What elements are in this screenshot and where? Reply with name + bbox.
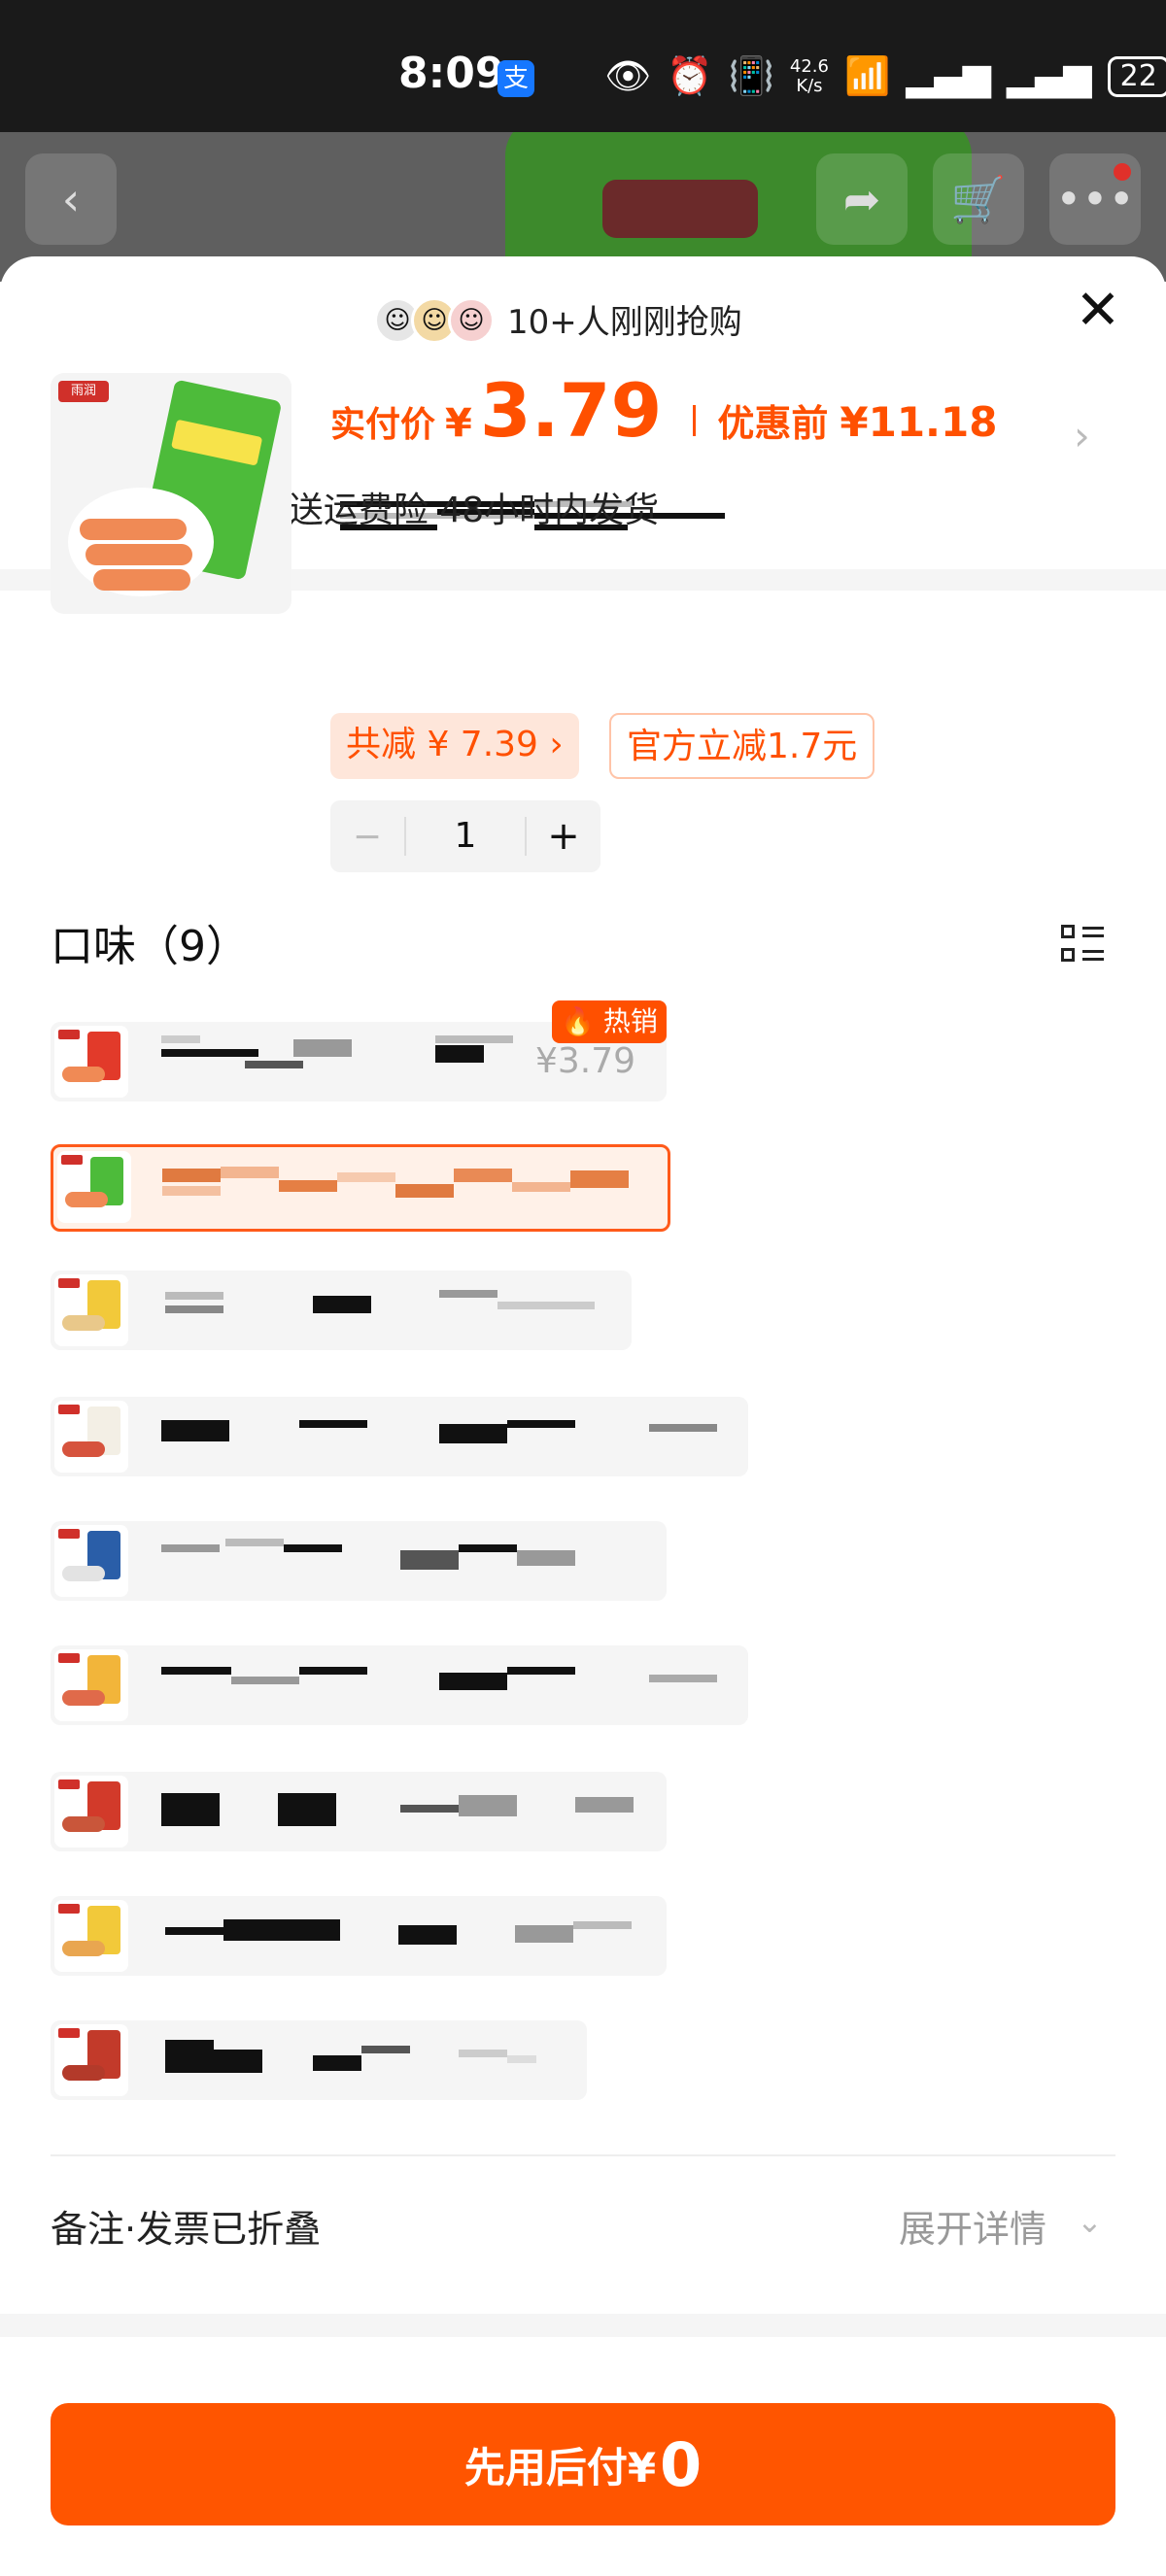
flavor-option-8[interactable] [51,1896,667,1976]
brand-logo: 雨润 [58,381,109,402]
official-discount-chip: 官方立减1.7元 [609,713,875,779]
buyer-avatars: ☺ ☺ ☺ [374,297,495,344]
flavor-thumb [54,1649,128,1721]
status-bar: 8:09 支 👁 ⏰ 📳 42.6 K/s 📶 ▂▄▆ ▂▄▆ 22 [0,0,1166,132]
actual-price: 3.79 [479,367,663,454]
status-time: 8:09 [398,49,505,98]
flavor-option-3[interactable] [51,1271,632,1350]
avatar: ☺ [448,297,495,344]
quantity-value[interactable]: 1 [404,817,527,856]
pack-logo-bg [602,180,758,238]
vibrate-icon: 📳 [728,54,774,97]
net-speed: 42.6 K/s [789,55,829,96]
sheet-header: ☺ ☺ ☺ 10+人刚刚抢购 ✕ [0,256,1166,373]
discount-total-chip[interactable]: 共减 ¥ 7.39 › [330,713,579,779]
flavor-section-title: 口味（9） [51,922,249,971]
status-icons: 👁 ⏰ 📳 42.6 K/s 📶 ▂▄▆ ▂▄▆ 22 [604,54,1166,98]
section-divider [0,2314,1166,2337]
flavor-option-9[interactable] [51,2020,587,2100]
decrease-button[interactable]: − [330,817,404,857]
price-row: 实付价 ¥ 3.79 优惠前 ¥11.18 [330,367,997,454]
flavor-thumb [54,1026,128,1098]
flavor-thumb [54,1274,128,1346]
quantity-stepper: − 1 + [330,800,600,872]
list-view-icon[interactable] [1061,923,1104,966]
flavor-thumb [54,1525,128,1597]
flavor-option-5[interactable] [51,1521,667,1601]
back-button[interactable]: ‹ [25,153,117,245]
hot-sale-badge: 🔥 热销 [552,1000,667,1043]
close-icon[interactable]: ✕ [1069,284,1127,342]
remark-invoice-label: 备注·发票已折叠 [51,2208,322,2251]
signal2-icon: ▂▄▆ [1006,54,1092,98]
original-price: ¥11.18 [840,398,998,446]
flavor-thumb [54,2024,128,2096]
recent-buyers-text: 10+人刚刚抢购 [507,303,742,342]
pay-later-label: 先用后付¥ [463,2443,657,2491]
flavor-option-4[interactable] [51,1397,748,1476]
divider [51,2154,1115,2156]
chevron-down-icon[interactable]: ⌄ [1077,2203,1103,2240]
flavor-thumb [54,1900,128,1972]
net-speed-unit: K/s [796,75,823,96]
pay-later-button[interactable]: 先用后付¥ 0 [51,2403,1115,2525]
chevron-right-icon: › [1074,412,1090,459]
battery-icon: 22 [1107,55,1166,97]
eye-icon: 👁 [604,54,652,97]
share-button[interactable]: ➦ [816,153,908,245]
increase-button[interactable]: + [527,814,600,859]
cart-button[interactable]: 🛒 [933,153,1024,245]
original-price-label: 优惠前 [717,402,829,445]
signal-icon: ▂▄▆ [906,54,991,98]
expand-details-link[interactable]: 展开详情 [899,2199,1046,2253]
wifi-icon: 📶 [843,54,891,97]
flavor-price: ¥3.79 [534,1041,635,1081]
flavor-thumb [54,1776,128,1847]
currency-symbol: ¥ [445,401,472,446]
alipay-icon: 支 [497,60,534,97]
actual-price-label: 实付价 [330,405,436,445]
alarm-icon: ⏰ [667,54,713,97]
flavor-option-7[interactable] [51,1772,667,1851]
more-button[interactable]: ••• [1049,153,1141,245]
flavor-option-2[interactable] [51,1144,670,1232]
flavor-thumb [57,1151,131,1223]
pay-later-amount: 0 [660,2428,703,2500]
flavor-option-6[interactable] [51,1645,748,1725]
product-thumbnail[interactable]: 雨润 [51,373,292,614]
price-separator [693,405,697,436]
flavor-thumb [54,1401,128,1473]
net-speed-value: 42.6 [789,55,829,77]
